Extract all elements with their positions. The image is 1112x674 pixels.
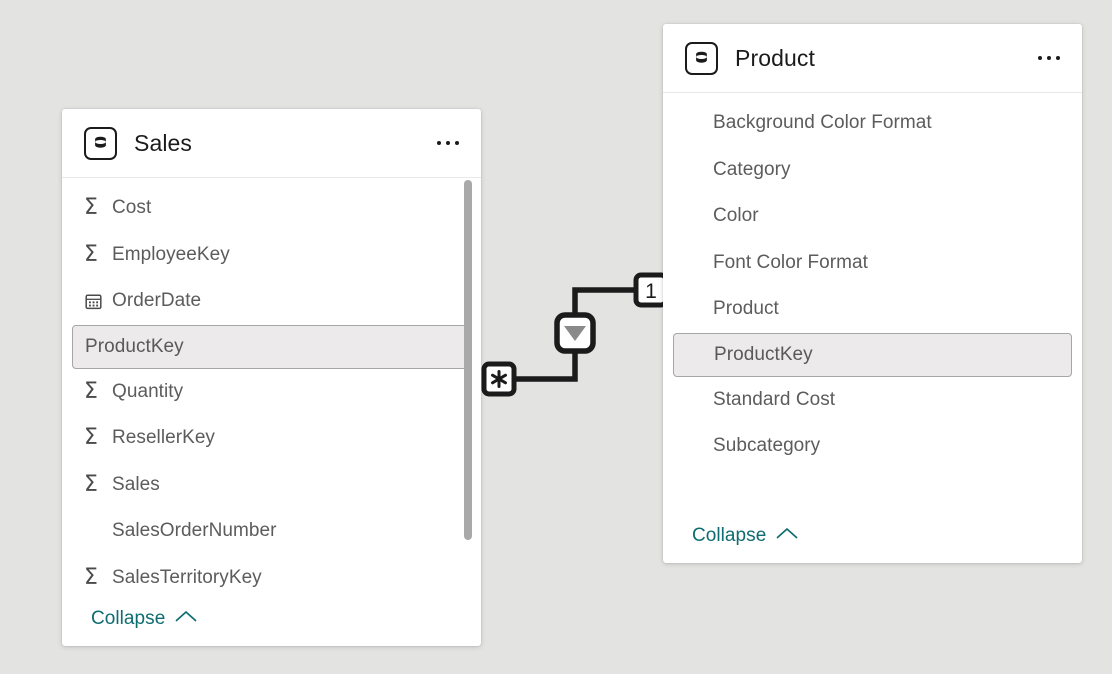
model-view-canvas[interactable]: Sales Σ Cost Σ EmployeeKey OrderDate Pro… [0, 0, 1112, 674]
vertical-scrollbar[interactable] [462, 178, 474, 592]
field-row[interactable]: Σ EmployeeKey [62, 232, 481, 279]
svg-text:1: 1 [645, 280, 657, 303]
table-database-icon [84, 126, 117, 160]
calendar-icon [84, 292, 112, 311]
ellipsis-icon[interactable] [1032, 48, 1067, 69]
field-row[interactable]: Font Color Format [663, 240, 1082, 287]
field-label: EmployeeKey [112, 243, 230, 265]
table-header-sales[interactable]: Sales [62, 109, 481, 178]
field-row[interactable]: Σ ResellerKey [62, 415, 481, 462]
field-label: ProductKey [85, 335, 184, 357]
field-list-sales[interactable]: Σ Cost Σ EmployeeKey OrderDate ProductKe… [62, 178, 481, 592]
field-row-selected-productkey[interactable]: ProductKey [673, 332, 1072, 377]
cardinality-many-marker [481, 361, 517, 397]
field-row[interactable]: Product [663, 286, 1082, 333]
table-name-product: Product [735, 44, 815, 71]
field-label: Cost [112, 197, 152, 219]
field-row[interactable]: Standard Cost [663, 377, 1082, 424]
field-label: Color [713, 205, 759, 227]
field-row[interactable]: Background Color Format [663, 100, 1082, 147]
field-label: Subcategory [713, 435, 821, 457]
field-list-product[interactable]: Background Color Format Category Color F… [663, 93, 1082, 509]
sigma-icon: Σ [84, 195, 98, 221]
collapse-button-product[interactable]: Collapse [663, 509, 1082, 563]
field-label: Category [713, 158, 791, 180]
table-card-sales[interactable]: Sales Σ Cost Σ EmployeeKey OrderDate Pro… [62, 109, 481, 646]
field-label: Font Color Format [713, 251, 869, 273]
chevron-up-icon [175, 610, 197, 628]
sigma-icon: Σ [84, 378, 98, 404]
field-label: SalesOrderNumber [112, 520, 277, 542]
relationship-connector-sales-product[interactable]: 1 [475, 268, 675, 398]
sigma-icon: Σ [84, 425, 98, 451]
field-row[interactable]: Color [663, 193, 1082, 240]
field-row[interactable]: Σ Cost [62, 185, 481, 232]
scrollbar-thumb[interactable] [464, 180, 472, 540]
field-label: ResellerKey [112, 427, 215, 449]
field-row[interactable]: OrderDate [62, 278, 481, 325]
field-row[interactable]: Σ Quantity [62, 369, 481, 416]
field-row[interactable]: Σ Sales [62, 462, 481, 509]
collapse-button-sales[interactable]: Collapse [62, 592, 481, 646]
field-label: Sales [112, 473, 160, 495]
field-row-selected-productkey[interactable]: ProductKey [72, 324, 471, 369]
sigma-icon: Σ [84, 241, 98, 267]
field-label: SalesTerritoryKey [112, 566, 262, 588]
table-header-product[interactable]: Product [663, 24, 1082, 93]
table-name-sales: Sales [134, 129, 193, 156]
collapse-label: Collapse [91, 608, 166, 629]
sigma-icon: Σ [84, 471, 98, 497]
cardinality-one-marker: 1 [633, 272, 669, 308]
filter-direction-down-icon [554, 312, 596, 354]
field-label: Product [713, 298, 779, 320]
sigma-icon: Σ [84, 564, 98, 590]
table-database-icon [685, 41, 718, 75]
field-label: Background Color Format [713, 112, 932, 134]
field-row[interactable]: Category [663, 147, 1082, 194]
table-card-product[interactable]: Product Background Color Format Category… [663, 24, 1082, 563]
collapse-label: Collapse [692, 525, 767, 546]
field-label: OrderDate [112, 290, 202, 312]
field-row[interactable]: Σ SalesTerritoryKey [62, 555, 481, 593]
field-row[interactable]: Subcategory [663, 423, 1082, 470]
field-label: ProductKey [714, 343, 813, 365]
field-label: Quantity [112, 380, 184, 402]
chevron-up-icon [776, 527, 798, 545]
ellipsis-icon[interactable] [431, 133, 466, 154]
field-row[interactable]: SalesOrderNumber [62, 508, 481, 555]
field-label: Standard Cost [713, 388, 836, 410]
